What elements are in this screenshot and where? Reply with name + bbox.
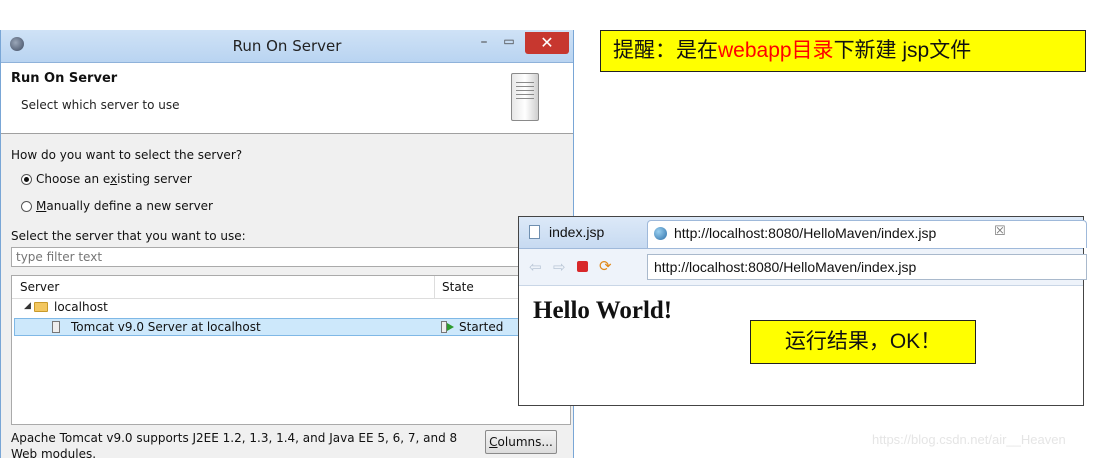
radio-indicator[interactable] bbox=[21, 200, 32, 212]
tree-row-tomcat-server[interactable]: Tomcat v9.0 Server at localhost Started bbox=[14, 318, 568, 336]
browser-toolbar: ⇦ ⇨ ⟳ bbox=[519, 249, 1087, 286]
file-icon bbox=[529, 225, 540, 239]
server-tree[interactable]: Server State ◢ localhost Tomcat v9.0 Ser… bbox=[11, 275, 571, 425]
stop-icon[interactable] bbox=[577, 261, 588, 272]
radio-existing-label: Choose an existing server bbox=[36, 172, 192, 186]
server-icon bbox=[52, 321, 60, 333]
radio-indicator[interactable] bbox=[21, 173, 32, 185]
server-state: Started bbox=[459, 320, 504, 334]
columns-button[interactable]: Columns... bbox=[485, 430, 557, 454]
highlighted-text: webapp目录 bbox=[718, 39, 834, 62]
started-icon bbox=[441, 321, 455, 333]
folder-icon bbox=[34, 302, 48, 312]
reminder-note: 提醒：是在webapp目录下新建 jsp文件 bbox=[600, 30, 1086, 72]
radio-manual-label: Manually define a new server bbox=[36, 199, 213, 213]
server-description: Apache Tomcat v9.0 supports J2EE 1.2, 1.… bbox=[11, 431, 458, 461]
expand-toggle-icon[interactable]: ◢ bbox=[24, 301, 31, 311]
page-heading: Hello World! bbox=[533, 297, 673, 324]
radio-manual-server[interactable]: Manually define a new server bbox=[21, 199, 213, 213]
globe-icon bbox=[654, 227, 667, 240]
run-on-server-dialog: Run On Server – ▭ ✕ Run On Server Select… bbox=[0, 30, 574, 461]
column-divider[interactable] bbox=[434, 276, 435, 298]
dialog-titlebar: Run On Server – ▭ ✕ bbox=[1, 30, 573, 63]
tab-browser-page[interactable]: http://localhost:8080/HelloMaven/index.j… bbox=[647, 220, 1087, 248]
tab-browser-page-label: http://localhost:8080/HelloMaven/index.j… bbox=[674, 225, 937, 241]
browser-editor: index.jsp http://localhost:8080/HelloMav… bbox=[518, 216, 1087, 406]
tree-header: Server State bbox=[12, 276, 570, 299]
forward-arrow-icon[interactable]: ⇨ bbox=[553, 258, 566, 276]
server-name: Tomcat v9.0 Server at localhost bbox=[71, 320, 261, 334]
host-label: localhost bbox=[54, 300, 108, 314]
column-server[interactable]: Server bbox=[20, 280, 59, 294]
watermark: https://blog.csdn.net/air__Heaven bbox=[872, 432, 1066, 447]
server-banner-icon bbox=[511, 73, 539, 121]
refresh-icon[interactable]: ⟳ bbox=[599, 257, 612, 275]
result-note: 运行结果，OK！ bbox=[750, 320, 976, 364]
tab-close-icon[interactable]: ☒ bbox=[994, 224, 1006, 239]
selection-question: How do you want to select the server? bbox=[11, 148, 243, 162]
dialog-header: Run On Server Select which server to use bbox=[1, 63, 573, 134]
column-state[interactable]: State bbox=[442, 280, 474, 294]
back-arrow-icon[interactable]: ⇦ bbox=[529, 258, 542, 276]
tab-index-jsp[interactable]: index.jsp bbox=[523, 221, 643, 247]
header-description: Select which server to use bbox=[21, 98, 180, 112]
header-title: Run On Server bbox=[11, 71, 118, 86]
tree-row-localhost[interactable]: ◢ localhost bbox=[12, 299, 570, 317]
radio-existing-server[interactable]: Choose an existing server bbox=[21, 172, 192, 186]
filter-input[interactable] bbox=[11, 247, 571, 267]
maximize-button[interactable]: ▭ bbox=[498, 34, 520, 52]
close-button[interactable]: ✕ bbox=[525, 32, 569, 54]
minimize-button[interactable]: – bbox=[473, 34, 495, 52]
tab-index-jsp-label: index.jsp bbox=[549, 224, 605, 240]
url-input[interactable] bbox=[647, 254, 1087, 280]
server-list-label: Select the server that you want to use: bbox=[11, 229, 246, 243]
dialog-body: How do you want to select the server? Ch… bbox=[1, 134, 573, 461]
editor-tab-bar: index.jsp http://localhost:8080/HelloMav… bbox=[519, 217, 1087, 249]
